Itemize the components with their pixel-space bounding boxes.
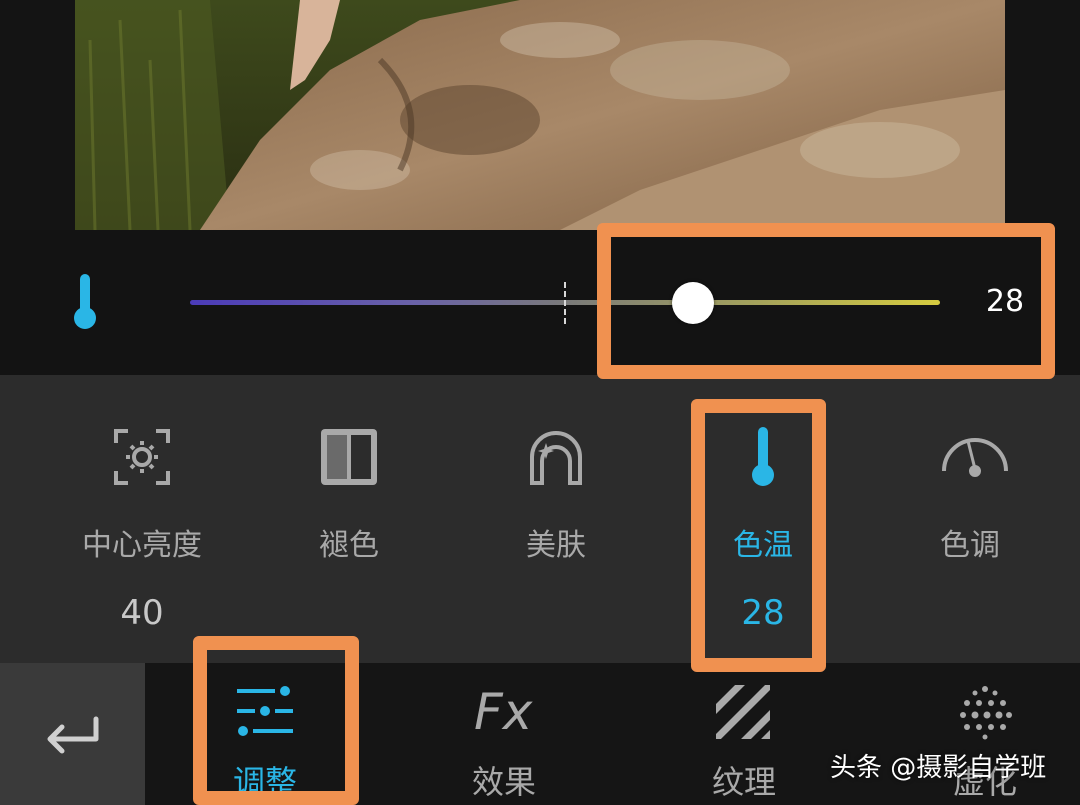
tool-label: 色温 [733,528,793,563]
tool-label: 中心亮度 [82,528,202,563]
center-brightness-icon [112,427,172,487]
photo-image [0,0,1080,230]
tab-adjust[interactable]: 调整 [175,663,355,805]
thermometer-icon [733,427,793,487]
tool-center-brightness[interactable]: 中心亮度 40 [47,375,237,663]
photo-preview [0,0,1080,230]
tool-value: 40 [120,593,164,633]
tab-effects[interactable]: Fx 效果 [414,663,594,805]
fx-icon: Fx [474,681,534,741]
tool-fade[interactable]: 褪色 [254,375,444,663]
watermark: 头条 @摄影自学班 [830,753,1047,783]
adjust-sliders-icon [235,681,295,741]
tool-label: 美肤 [526,528,586,563]
return-arrow-icon [47,716,99,754]
tool-value: 28 [741,593,785,633]
svg-text:Fx: Fx [474,683,533,741]
thermometer-icon [70,272,100,336]
tab-label: 纹理 [711,763,776,801]
tool-tone[interactable]: 色调 [875,375,1065,663]
back-button[interactable] [0,663,145,805]
tone-gauge-icon [940,427,1008,487]
fade-icon [319,427,379,487]
texture-stripes-icon [714,681,774,741]
tool-skin-beauty[interactable]: 美肤 [461,375,651,663]
temperature-slider-row: 28 [0,230,1080,375]
slider-center-mark [564,282,566,324]
skin-beauty-icon [526,427,586,487]
adjust-tools-panel: 中心亮度 40 褪色 美肤 色温 28 色调 [0,375,1080,663]
tool-label: 褪色 [319,528,379,563]
tab-texture[interactable]: 纹理 [654,663,834,805]
slider-value: 28 [985,284,1025,319]
tool-color-temperature[interactable]: 色温 28 [668,375,858,663]
temperature-slider-handle[interactable] [671,282,714,324]
tab-label: 效果 [471,763,536,801]
blur-dots-icon [955,681,1015,741]
tool-label: 色调 [940,528,1000,563]
tab-label: 调整 [232,763,297,801]
